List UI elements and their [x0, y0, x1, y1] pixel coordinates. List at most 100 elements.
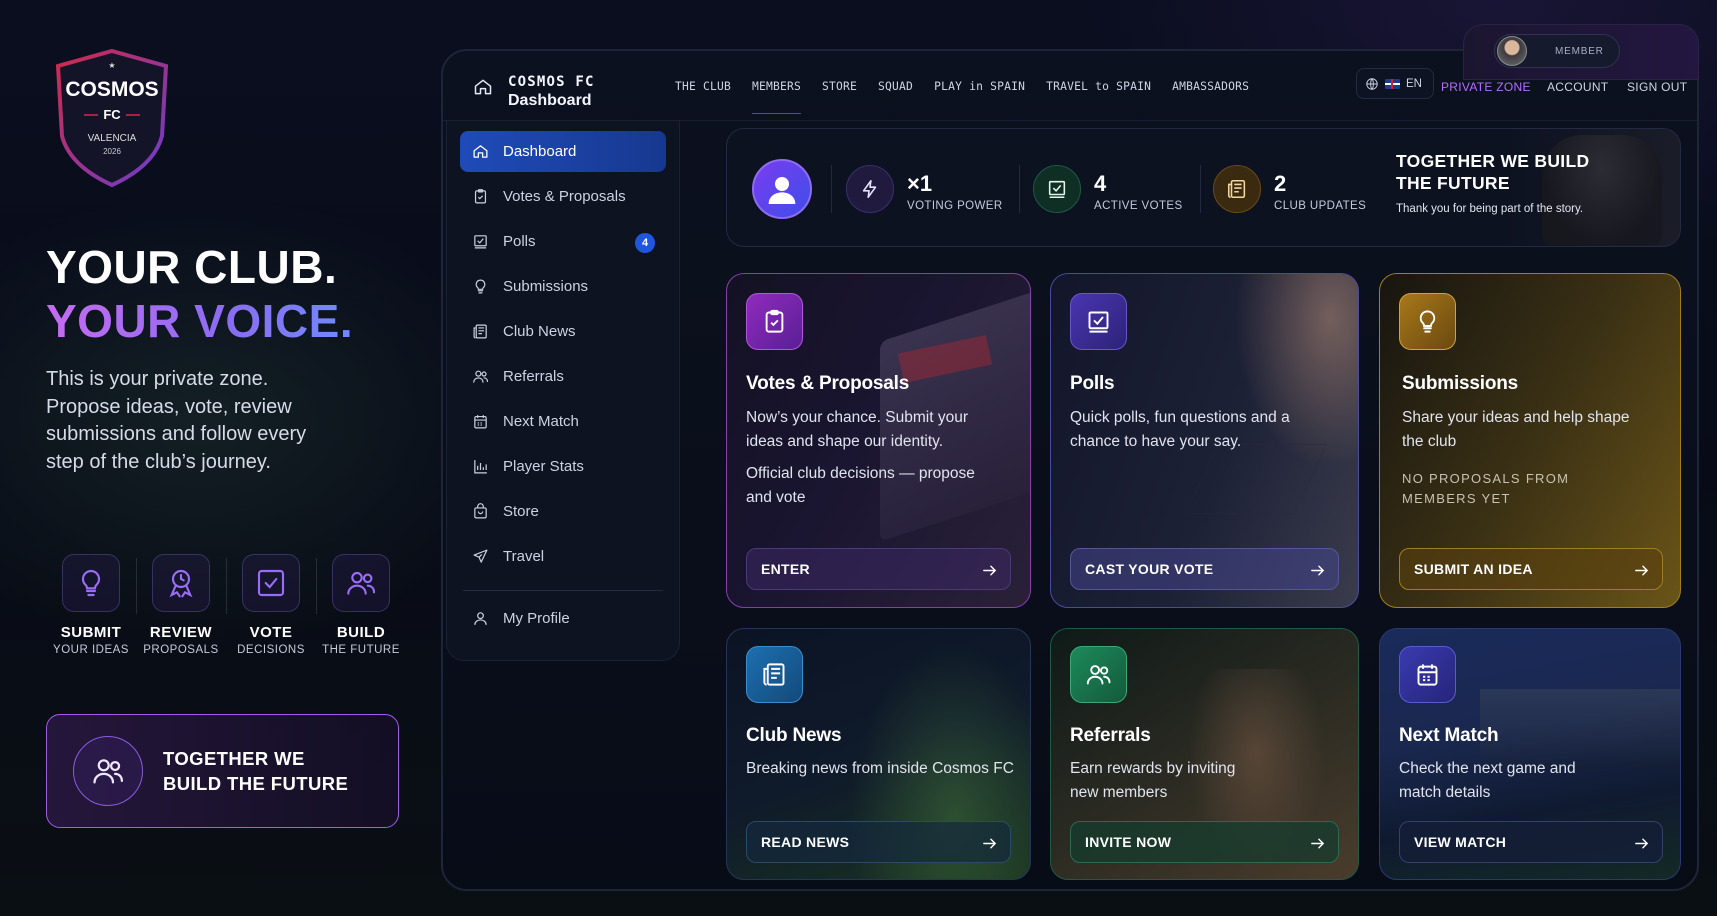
- nav-private-zone[interactable]: PRIVATE ZONE: [1441, 80, 1531, 94]
- sidebar-item-polls[interactable]: Polls 4: [460, 221, 666, 262]
- bag-icon: [474, 503, 487, 519]
- svg-text:FC: FC: [103, 107, 121, 122]
- banner-subtitle: Thank you for being part of the story.: [1396, 203, 1584, 215]
- card-description: Now’s your chance. Submit your ideas and…: [746, 409, 968, 450]
- view-match-button[interactable]: VIEW MATCH: [1399, 821, 1663, 863]
- member-label: MEMBER: [1555, 45, 1604, 57]
- people-icon: [73, 736, 143, 806]
- card-submissions: Submissions Share your ideas and help sh…: [1379, 273, 1681, 608]
- card-title: Votes & Proposals: [746, 373, 910, 394]
- nav-members[interactable]: MEMBERS: [752, 80, 802, 114]
- sidebar-item-label: Store: [503, 503, 539, 520]
- sidebar-item-dashboard[interactable]: Dashboard: [460, 131, 666, 172]
- button-label: VIEW MATCH: [1414, 834, 1507, 850]
- sidebar-item-referrals[interactable]: Referrals: [460, 356, 666, 397]
- language-code: EN: [1406, 77, 1422, 90]
- clipboard-icon: [746, 293, 803, 350]
- card-title: Submissions: [1402, 373, 1519, 394]
- button-label: CAST YOUR VOTE: [1085, 561, 1214, 577]
- brand-name[interactable]: COSMOS FC: [508, 75, 595, 90]
- banner-title: TOGETHER WE BUILD THE FUTURE: [1396, 151, 1590, 193]
- invite-now-button[interactable]: INVITE NOW: [1070, 821, 1339, 863]
- sidebar-item-store[interactable]: Store: [460, 491, 666, 532]
- active-votes-value: 4: [1094, 171, 1107, 196]
- card-description: Earn rewards by inviting new members: [1070, 760, 1236, 801]
- together-card[interactable]: TOGETHER WE BUILD THE FUTURE: [46, 714, 399, 828]
- card-referrals: Referrals Earn rewards by inviting new m…: [1050, 628, 1359, 880]
- hero-line-2: YOUR VOICE.: [46, 295, 354, 347]
- card-description: Quick polls, fun questions and a chance …: [1070, 409, 1290, 450]
- submit-an-idea-button[interactable]: SUBMIT AN IDEA: [1399, 548, 1663, 590]
- read-news-button[interactable]: READ NEWS: [746, 821, 1011, 863]
- sidebar-item-my-profile[interactable]: My Profile: [460, 598, 666, 639]
- feature-vote: VOTE DECISIONS: [226, 554, 316, 656]
- svg-text:★: ★: [108, 61, 115, 70]
- sidebar-item-votes[interactable]: Votes & Proposals: [460, 176, 666, 217]
- avatar: [1497, 36, 1527, 66]
- checkbox-sheet-image: [1184, 444, 1328, 514]
- globe-icon: [1366, 77, 1378, 90]
- button-label: SUBMIT AN IDEA: [1414, 561, 1533, 577]
- sidebar-item-next-match[interactable]: Next Match: [460, 401, 666, 442]
- bar-chart-icon: [474, 460, 487, 474]
- sidebar-item-player-stats[interactable]: Player Stats: [460, 446, 666, 487]
- arrow-right-icon: [1311, 565, 1325, 576]
- nav-travel-to-spain[interactable]: TRAVEL to SPAIN: [1046, 80, 1151, 93]
- card-description: Share your ideas and help shape the club: [1402, 409, 1630, 450]
- card-votes-proposals: Votes & Proposals Now’s your chance. Sub…: [726, 273, 1031, 608]
- vote-check-icon: [1033, 165, 1081, 213]
- sidebar-item-travel[interactable]: Travel: [460, 536, 666, 577]
- brand-subtitle: Dashboard: [508, 92, 592, 109]
- active-votes-label: ACTIVE VOTES: [1094, 200, 1183, 212]
- card-title: Club News: [746, 725, 842, 746]
- feature-title: VOTE: [249, 624, 293, 641]
- sidebar-item-label: Player Stats: [503, 458, 584, 475]
- sidebar-item-label: My Profile: [503, 610, 570, 627]
- sidebar-item-label: Next Match: [503, 413, 579, 430]
- member-badge[interactable]: MEMBER: [1463, 24, 1699, 80]
- card-next-match: Next Match Check the next game and match…: [1379, 628, 1681, 880]
- nav-play-in-spain[interactable]: PLAY in SPAIN: [934, 80, 1025, 93]
- nav-account[interactable]: ACCOUNT: [1547, 80, 1608, 94]
- member-chip[interactable]: MEMBER: [1494, 34, 1620, 68]
- button-label: INVITE NOW: [1085, 834, 1172, 850]
- polls-count-badge: 4: [635, 233, 655, 253]
- poll-icon: [474, 235, 487, 249]
- card-title: Next Match: [1399, 725, 1499, 746]
- hero-line-1: YOUR CLUB.: [46, 241, 338, 293]
- plane-icon: [473, 549, 488, 563]
- dashboard-window: COSMOS FC Dashboard THE CLUB MEMBERS STO…: [441, 49, 1699, 891]
- empty-state-note: NO PROPOSALS FROM MEMBERS YET: [1402, 471, 1570, 506]
- feature-sub: YOUR IDEAS: [53, 644, 129, 656]
- users-icon: [1070, 646, 1127, 703]
- home-icon[interactable]: [473, 77, 493, 97]
- enter-button[interactable]: ENTER: [746, 548, 1011, 590]
- voting-power-value: ×1: [907, 171, 933, 196]
- card-description: Breaking news from inside Cosmos FC: [746, 760, 1014, 777]
- cast-your-vote-button[interactable]: CAST YOUR VOTE: [1070, 548, 1339, 590]
- sidebar-item-submissions[interactable]: Submissions: [460, 266, 666, 307]
- vote-check-icon: [1070, 293, 1127, 350]
- main-nav: THE CLUB MEMBERS STORE SQUAD PLAY in SPA…: [675, 80, 1270, 114]
- hero-title: YOUR CLUB. YOUR VOICE.: [46, 240, 353, 348]
- vote-check-icon: [242, 554, 300, 612]
- page: { "crest": {"name": "COSMOS", "fc": "FC"…: [0, 0, 1717, 916]
- nav-store[interactable]: STORE: [822, 80, 857, 93]
- nav-sign-out[interactable]: SIGN OUT: [1627, 80, 1687, 94]
- sidebar-item-club-news[interactable]: Club News: [460, 311, 666, 352]
- nav-ambassadors[interactable]: AMBASSADORS: [1172, 80, 1249, 93]
- sidebar-item-label: Referrals: [503, 368, 564, 385]
- feature-submit: SUBMIT YOUR IDEAS: [46, 554, 136, 656]
- users-icon: [473, 370, 489, 383]
- club-updates-value: 2: [1274, 171, 1287, 196]
- divider: [1019, 165, 1020, 213]
- arrow-right-icon: [1635, 838, 1649, 849]
- feature-sub: PROPOSALS: [143, 644, 219, 656]
- nav-squad[interactable]: SQUAD: [878, 80, 913, 93]
- nav-the-club[interactable]: THE CLUB: [675, 80, 731, 93]
- calendar-icon: [1399, 646, 1456, 703]
- card-club-news: Club News Breaking news from inside Cosm…: [726, 628, 1031, 880]
- lightbulb-icon: [475, 279, 486, 294]
- avatar[interactable]: [752, 159, 812, 219]
- language-selector[interactable]: EN: [1356, 68, 1434, 99]
